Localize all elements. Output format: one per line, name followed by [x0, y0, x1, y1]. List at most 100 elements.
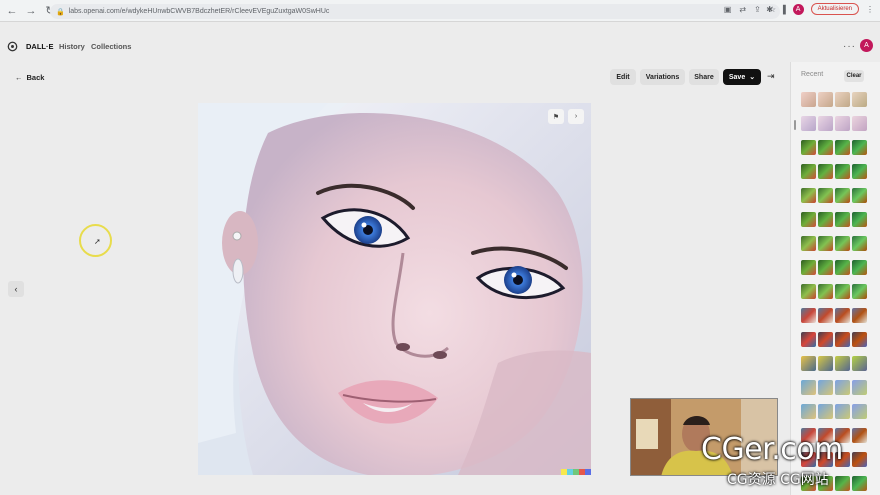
recent-title: Recent	[801, 71, 824, 78]
recent-thumbnail[interactable]	[818, 308, 833, 323]
sidebar-icon[interactable]: ▐	[780, 5, 786, 14]
recent-thumbnail[interactable]	[852, 188, 867, 203]
nav-history[interactable]: History	[59, 42, 85, 51]
back-button[interactable]: ← Back	[15, 73, 44, 82]
back-arrow-icon[interactable]: ←	[5, 4, 19, 18]
recent-thumbnail[interactable]	[852, 308, 867, 323]
arrow-left-icon: ←	[15, 73, 23, 82]
user-avatar[interactable]: A	[860, 39, 873, 52]
generated-image[interactable]: ⚑ ›	[198, 103, 591, 475]
lock-icon: 🔒	[56, 8, 65, 16]
clear-button[interactable]: Clear	[844, 70, 864, 82]
recent-thumbnail[interactable]	[818, 164, 833, 179]
recent-thumbnail[interactable]	[801, 188, 816, 203]
recent-thumbnail[interactable]	[818, 92, 833, 107]
recent-thumbnail[interactable]	[801, 380, 816, 395]
recent-thumbnail[interactable]	[835, 188, 850, 203]
recent-thumbnail[interactable]	[801, 212, 816, 227]
recent-thumbnail[interactable]	[835, 92, 850, 107]
recent-thumbnail[interactable]	[801, 260, 816, 275]
extensions-icon[interactable]: ✱	[766, 5, 773, 14]
recent-thumbnail[interactable]	[801, 332, 816, 347]
recent-thumbnail[interactable]	[818, 236, 833, 251]
recent-thumbnail[interactable]	[852, 260, 867, 275]
edit-button[interactable]: Edit	[610, 69, 636, 85]
save-label: Save	[728, 73, 746, 81]
translate-icon[interactable]: ⇄	[739, 5, 746, 14]
mouse-cursor-icon: ➚	[94, 237, 101, 246]
recent-thumbnail[interactable]	[852, 92, 867, 107]
openai-logo-icon[interactable]	[7, 41, 18, 52]
recent-thumbnail[interactable]	[852, 140, 867, 155]
recent-thumbnail[interactable]	[801, 404, 816, 419]
brand-title[interactable]: DALL·E	[26, 42, 54, 51]
browser-menu-icon[interactable]: ⋮	[866, 5, 874, 14]
app-header: DALL·E History Collections ··· A	[0, 22, 880, 70]
recent-thumbnail[interactable]	[818, 140, 833, 155]
recent-thumbnail[interactable]	[801, 284, 816, 299]
save-button[interactable]: Save ⌄	[723, 69, 761, 85]
url-text: labs.openai.com/e/wdykeHUnwbCWVB7Bdczhet…	[68, 8, 330, 15]
recent-thumbnail[interactable]	[835, 404, 850, 419]
screenshot-icon[interactable]: ▣	[724, 5, 732, 14]
collapse-panel-icon[interactable]: ⇥	[767, 71, 775, 82]
recent-thumbnail[interactable]	[852, 356, 867, 371]
recent-thumbnail[interactable]	[801, 308, 816, 323]
recent-thumbnail[interactable]	[801, 164, 816, 179]
recent-thumbnail[interactable]	[835, 284, 850, 299]
recent-thumbnail[interactable]	[852, 404, 867, 419]
recent-thumbnail[interactable]	[852, 380, 867, 395]
recent-thumbnail[interactable]	[835, 380, 850, 395]
back-label: Back	[26, 73, 45, 82]
share-button[interactable]: Share	[689, 69, 719, 85]
variations-button[interactable]: Variations	[640, 69, 685, 85]
forward-arrow-icon[interactable]: →	[24, 4, 38, 18]
share-page-icon[interactable]: ⇪	[754, 5, 761, 14]
browser-profile-avatar[interactable]: A	[792, 3, 804, 15]
recent-thumbnail[interactable]	[835, 260, 850, 275]
recent-thumbnail[interactable]	[835, 140, 850, 155]
nav-collections[interactable]: Collections	[91, 42, 131, 51]
recent-thumbnail[interactable]	[852, 284, 867, 299]
recent-thumbnail[interactable]	[818, 188, 833, 203]
recent-thumbnail[interactable]	[818, 116, 833, 131]
more-options-icon[interactable]: ···	[843, 41, 856, 52]
dalle-signature-stripe	[561, 469, 591, 475]
chevron-right-icon: ›	[574, 113, 578, 120]
watermark-main: CGer.com	[701, 432, 843, 467]
recent-thumbnail[interactable]	[852, 236, 867, 251]
recent-panel: Recent Clear	[790, 62, 880, 495]
recent-thumbnail[interactable]	[818, 260, 833, 275]
recent-thumbnail[interactable]	[801, 116, 816, 131]
recent-thumbnail[interactable]	[835, 164, 850, 179]
previous-image-button[interactable]: ‹	[8, 281, 24, 297]
address-bar[interactable]: 🔒 labs.openai.com/e/wdykeHUnwbCWVB7Bdczh…	[50, 4, 780, 19]
recent-thumbnail[interactable]	[835, 308, 850, 323]
update-button[interactable]: Aktualisieren	[810, 3, 859, 15]
flag-icon: ⚑	[552, 113, 560, 121]
recent-thumbnail[interactable]	[801, 236, 816, 251]
scroll-indicator[interactable]	[794, 120, 796, 130]
recent-thumbnail[interactable]	[801, 92, 816, 107]
recent-thumbnail[interactable]	[801, 140, 816, 155]
report-flag-button[interactable]: ⚑	[548, 109, 564, 124]
chevron-down-icon: ⌄	[749, 74, 756, 81]
recent-thumbnail[interactable]	[818, 380, 833, 395]
recent-thumbnail[interactable]	[818, 404, 833, 419]
recent-thumbnail[interactable]	[818, 356, 833, 371]
next-image-button[interactable]: ›	[568, 109, 584, 124]
recent-thumbnail[interactable]	[835, 332, 850, 347]
recent-thumbnail[interactable]	[801, 356, 816, 371]
recent-thumbnail[interactable]	[818, 212, 833, 227]
watermark-sub: CG资源 CG网站	[727, 472, 829, 488]
recent-thumbnail[interactable]	[818, 284, 833, 299]
recent-thumbnail[interactable]	[835, 356, 850, 371]
recent-thumbnail[interactable]	[835, 212, 850, 227]
recent-thumbnail[interactable]	[852, 116, 867, 131]
recent-thumbnail[interactable]	[852, 332, 867, 347]
recent-thumbnail[interactable]	[852, 212, 867, 227]
recent-thumbnail[interactable]	[852, 164, 867, 179]
recent-thumbnail[interactable]	[835, 236, 850, 251]
recent-thumbnail[interactable]	[818, 332, 833, 347]
recent-thumbnail[interactable]	[835, 116, 850, 131]
